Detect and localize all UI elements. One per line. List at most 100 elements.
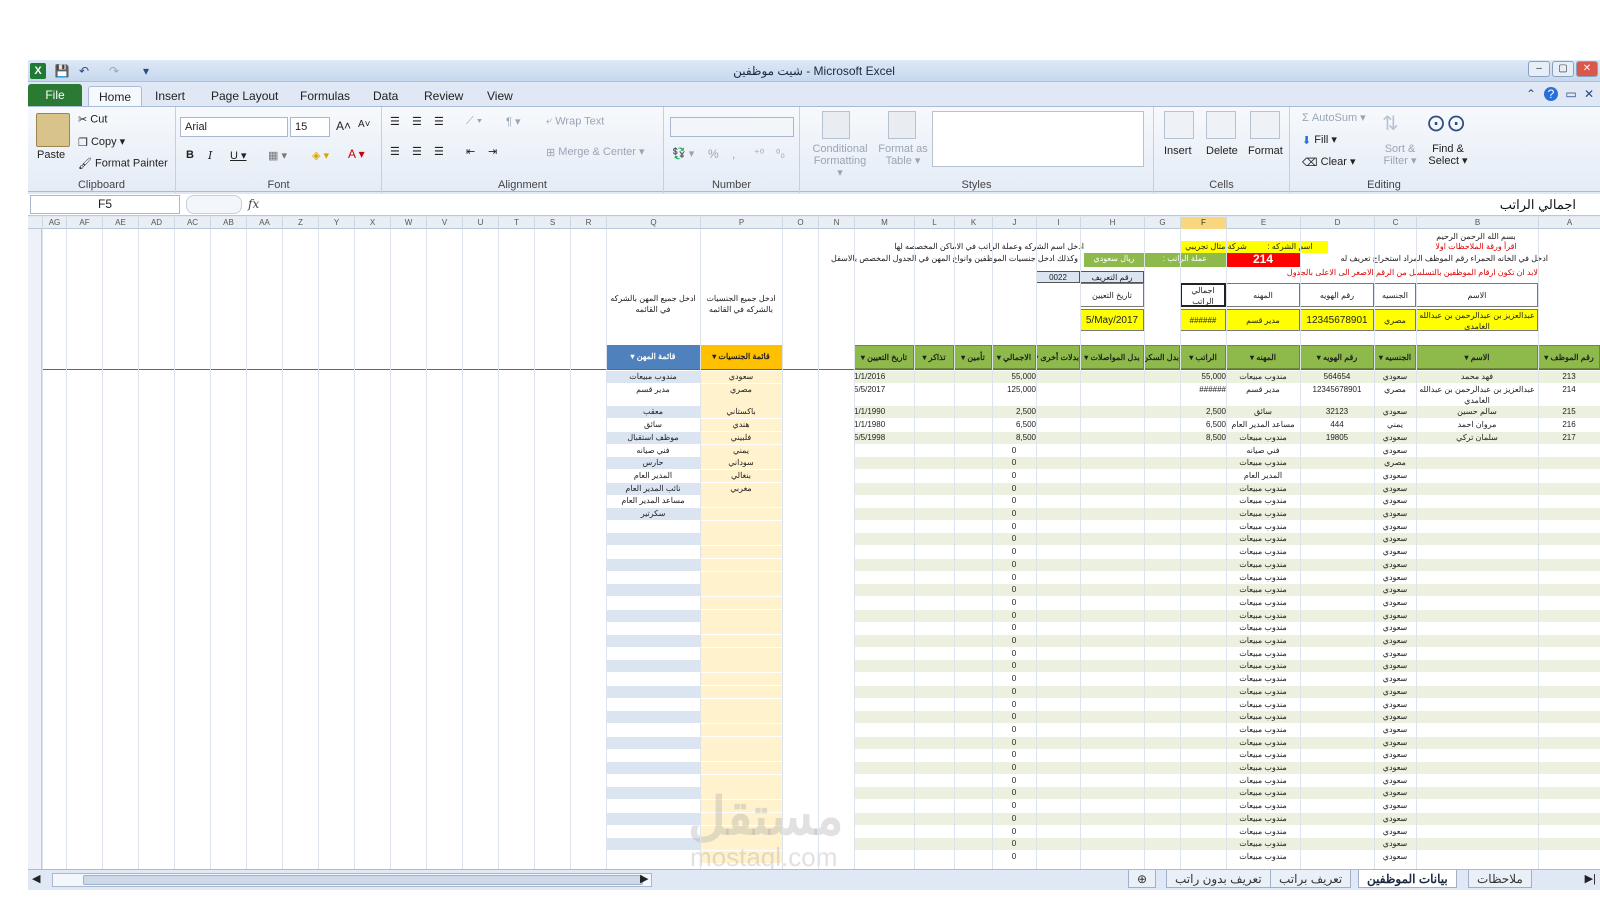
table-row-bg[interactable] [1080,508,1144,520]
table-row-bg[interactable] [1538,521,1600,533]
align-top-icon[interactable]: ☰ [390,115,400,128]
table-header-c[interactable]: الجنسيه ▾ [1374,345,1416,369]
table-row-bg[interactable] [1080,470,1144,482]
cell-emp-no[interactable]: 215 [1538,406,1600,418]
increase-indent-icon[interactable]: ⇥ [488,145,497,158]
font-size-select[interactable]: 15 [290,117,330,137]
nationality-list-item[interactable] [700,762,782,774]
cell-emp-date[interactable]: 5/5/1998 [854,432,914,444]
nationality-list-item[interactable]: باكستاني [700,406,782,418]
table-header-b[interactable]: الاسم ▾ [1416,345,1538,369]
table-row-bg[interactable] [1538,775,1600,787]
cell-nationality[interactable]: سعودي [1374,572,1416,584]
profession-list-item[interactable] [606,762,700,774]
cell-emp-total[interactable]: 2,500 [992,406,1036,418]
table-row-bg[interactable] [1144,800,1180,812]
table-row-bg[interactable] [1416,508,1538,520]
table-row-bg[interactable] [1080,457,1144,469]
table-row-bg[interactable] [914,559,954,571]
table-row-bg[interactable] [854,686,914,698]
table-row-bg[interactable] [1300,851,1374,863]
profession-list-item[interactable]: نائب المدير العام [606,483,700,495]
nationality-list-item[interactable]: بنغالي [700,470,782,482]
cell-emp-nationality[interactable]: يمني [1374,419,1416,431]
table-header-h[interactable]: بدل المواصلات ▾ [1080,345,1144,369]
table-row-bg[interactable] [954,787,992,799]
column-header-t[interactable]: T [498,217,534,229]
instruction-lists-cell[interactable]: وكذلك ادخل جنسيات الموظفين وانواع المهن … [808,253,1078,267]
table-row-bg[interactable] [1036,826,1080,838]
table-row-bg[interactable] [914,546,954,558]
table-row-bg[interactable] [1416,610,1538,622]
table-row-bg[interactable] [854,838,914,850]
profession-list-item[interactable] [606,711,700,723]
profession-list-item[interactable]: مندوب مبيعات [606,371,700,383]
cell-job[interactable]: مندوب مبيعات [1226,660,1300,672]
sheet-tab-salary[interactable]: تعريف براتب [1270,870,1352,888]
column-header-u[interactable]: U [462,217,498,229]
new-sheet-tab[interactable]: ⊕ [1128,870,1157,888]
table-row-bg[interactable] [1080,775,1144,787]
table-row-bg[interactable] [954,711,992,723]
table-row-bg[interactable] [1538,635,1600,647]
profession-list-item[interactable] [606,546,700,558]
cell-emp-date[interactable]: 1/1/2016 [854,371,914,383]
table-row-bg[interactable] [1300,648,1374,660]
cell-job[interactable]: مندوب مبيعات [1226,787,1300,799]
company-label-cell[interactable]: اسم الشركه : [1252,241,1328,253]
table-row-bg[interactable] [914,584,954,596]
profession-list-item[interactable] [606,622,700,634]
header-total-salary-cell[interactable]: اجمالي الراتب [1180,283,1226,307]
minimize-button[interactable]: – [1528,61,1550,77]
table-row-bg[interactable] [1180,622,1226,634]
cell-nationality[interactable]: سعودي [1374,597,1416,609]
table-row-bg[interactable] [1080,800,1144,812]
table-row-bg[interactable] [1538,686,1600,698]
table-row-bg[interactable] [1300,660,1374,672]
table-row-bg[interactable] [854,495,914,507]
table-row-bg[interactable] [1300,775,1374,787]
cell-job[interactable]: مندوب مبيعات [1226,521,1300,533]
profession-note-cell[interactable]: ادخل جميع المهن بالشركه في القائمه [606,293,700,323]
table-row-bg[interactable] [1538,457,1600,469]
grow-font-icon[interactable]: A˄ [336,119,351,133]
table-row-bg[interactable] [1144,749,1180,761]
cell-total-zero[interactable]: 0 [992,610,1036,622]
table-row-bg[interactable] [1036,371,1080,383]
close-workbook-icon[interactable]: ✕ [1582,87,1596,101]
cell-emp-id[interactable]: 564654 [1300,371,1374,383]
column-header-aa[interactable]: AA [246,217,282,229]
tab-view[interactable]: View [487,86,513,106]
table-row-bg[interactable] [1538,838,1600,850]
table-row-bg[interactable] [1144,495,1180,507]
cell-nationality[interactable]: سعودي [1374,686,1416,698]
table-row-bg[interactable] [1144,597,1180,609]
table-row-bg[interactable] [954,610,992,622]
table-row-bg[interactable] [1036,546,1080,558]
header-date-cell[interactable]: تاريخ التعيين [1080,283,1144,307]
table-row-bg[interactable] [954,495,992,507]
table-row-bg[interactable] [954,483,992,495]
table-row-bg[interactable] [1036,559,1080,571]
table-row-bg[interactable] [1300,597,1374,609]
table-row-bg[interactable] [914,635,954,647]
format-painter-button[interactable]: 🖌 Format Painter [78,157,168,170]
find-select-button[interactable]: Find & Select ▾ [1426,143,1470,167]
cell-job[interactable]: فني صيانه [1226,445,1300,457]
cell-total-zero[interactable]: 0 [992,686,1036,698]
profession-list-item[interactable] [606,635,700,647]
table-header-e[interactable]: المهنه ▾ [1226,345,1300,369]
table-row-bg[interactable] [1036,775,1080,787]
table-row-bg[interactable] [1538,533,1600,545]
table-row-bg[interactable] [1416,546,1538,558]
table-row-bg[interactable] [954,686,992,698]
table-row-bg[interactable] [1144,673,1180,685]
cell-emp-job[interactable]: مدير قسم [1226,384,1300,406]
table-row-bg[interactable] [914,445,954,457]
cell-total-zero[interactable]: 0 [992,800,1036,812]
cell-emp-salary[interactable]: 8,500 [1180,432,1226,444]
table-row-bg[interactable] [1144,432,1180,444]
table-row-bg[interactable] [1416,622,1538,634]
cell-total-zero[interactable]: 0 [992,762,1036,774]
table-row-bg[interactable] [1080,572,1144,584]
